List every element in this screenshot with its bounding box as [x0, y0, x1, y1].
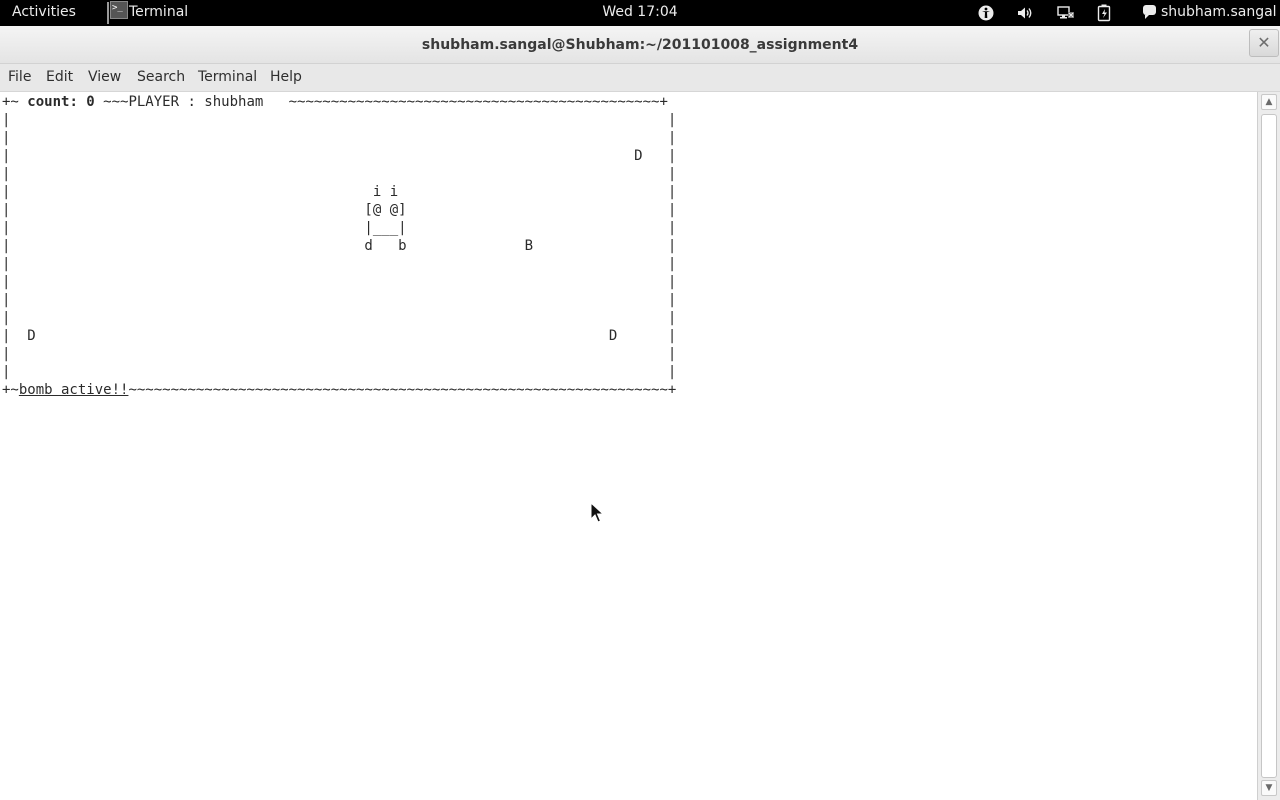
window-title: shubham.sangal@Shubham:~/201101008_assig…	[421, 37, 859, 53]
board-row: | i i |	[2, 184, 677, 200]
chevron-down-icon: ▼	[1265, 783, 1273, 793]
score-count: count: 0	[27, 94, 95, 110]
user-menu[interactable]: shubham.sangal	[1143, 4, 1277, 20]
menu-help[interactable]: Help	[270, 69, 302, 85]
board-row: | |	[2, 166, 677, 182]
board-row: | |	[2, 130, 677, 146]
battery-icon[interactable]	[1095, 3, 1113, 23]
volume-icon[interactable]	[1015, 3, 1035, 23]
close-icon: ✕	[1257, 33, 1271, 52]
chat-status-icon	[1143, 5, 1156, 19]
menu-bar: File Edit View Search Terminal Help	[0, 64, 1280, 92]
network-icon[interactable]	[1055, 3, 1077, 23]
scroll-down-button[interactable]: ▼	[1261, 780, 1277, 796]
top-panel: Activities >_ Terminal Wed 17:04 shubham…	[0, 0, 1280, 26]
board-row: | D D |	[2, 328, 677, 344]
board-row: | |	[2, 256, 677, 272]
scrollbar-thumb[interactable]	[1261, 114, 1277, 778]
player-label: ~~~PLAYER : shubham ~~~~~~~~~~~~~~~~~~~~…	[94, 94, 668, 110]
board-top-border: +~ count: 0 ~~~PLAYER : shubham ~~~~~~~~…	[2, 93, 676, 111]
vertical-scrollbar[interactable]: ▲ ▼	[1257, 92, 1280, 800]
board-row: | D |	[2, 148, 677, 164]
accessibility-icon[interactable]	[977, 3, 995, 23]
board-row: | |	[2, 292, 677, 308]
chevron-up-icon: ▲	[1265, 97, 1273, 107]
menu-file[interactable]: File	[8, 69, 31, 85]
border-prefix: +~	[2, 382, 19, 398]
border-prefix: +~	[2, 94, 28, 110]
close-button[interactable]: ✕	[1249, 29, 1279, 57]
board-row: | |	[2, 346, 677, 362]
board-row: | |___| |	[2, 220, 677, 236]
border-rest: ~~~~~~~~~~~~~~~~~~~~~~~~~~~~~~~~~~~~~~~~…	[128, 382, 677, 398]
board-row: | |	[2, 112, 677, 128]
menu-edit[interactable]: Edit	[46, 69, 73, 85]
board-row: | |	[2, 274, 677, 290]
menu-terminal[interactable]: Terminal	[198, 69, 257, 85]
board-row: | [@ @] |	[2, 202, 677, 218]
board-row: | |	[2, 310, 677, 326]
user-name: shubham.sangal	[1161, 4, 1277, 20]
menu-search[interactable]: Search	[137, 69, 185, 85]
window-titlebar[interactable]: shubham.sangal@Shubham:~/201101008_assig…	[0, 26, 1280, 64]
scroll-up-button[interactable]: ▲	[1261, 94, 1277, 110]
bomb-status: bomb active!!	[18, 382, 129, 398]
game-board: +~ count: 0 ~~~PLAYER : shubham ~~~~~~~~…	[2, 93, 676, 399]
clock[interactable]: Wed 17:04	[0, 4, 1280, 20]
board-row: | d b B |	[2, 238, 677, 254]
menu-view[interactable]: View	[88, 69, 121, 85]
mouse-pointer-icon	[590, 502, 604, 523]
board-row: | |	[2, 364, 677, 380]
board-bottom-border: +~bomb active!!~~~~~~~~~~~~~~~~~~~~~~~~~…	[2, 381, 676, 399]
terminal-view[interactable]: +~ count: 0 ~~~PLAYER : shubham ~~~~~~~~…	[0, 92, 1257, 800]
